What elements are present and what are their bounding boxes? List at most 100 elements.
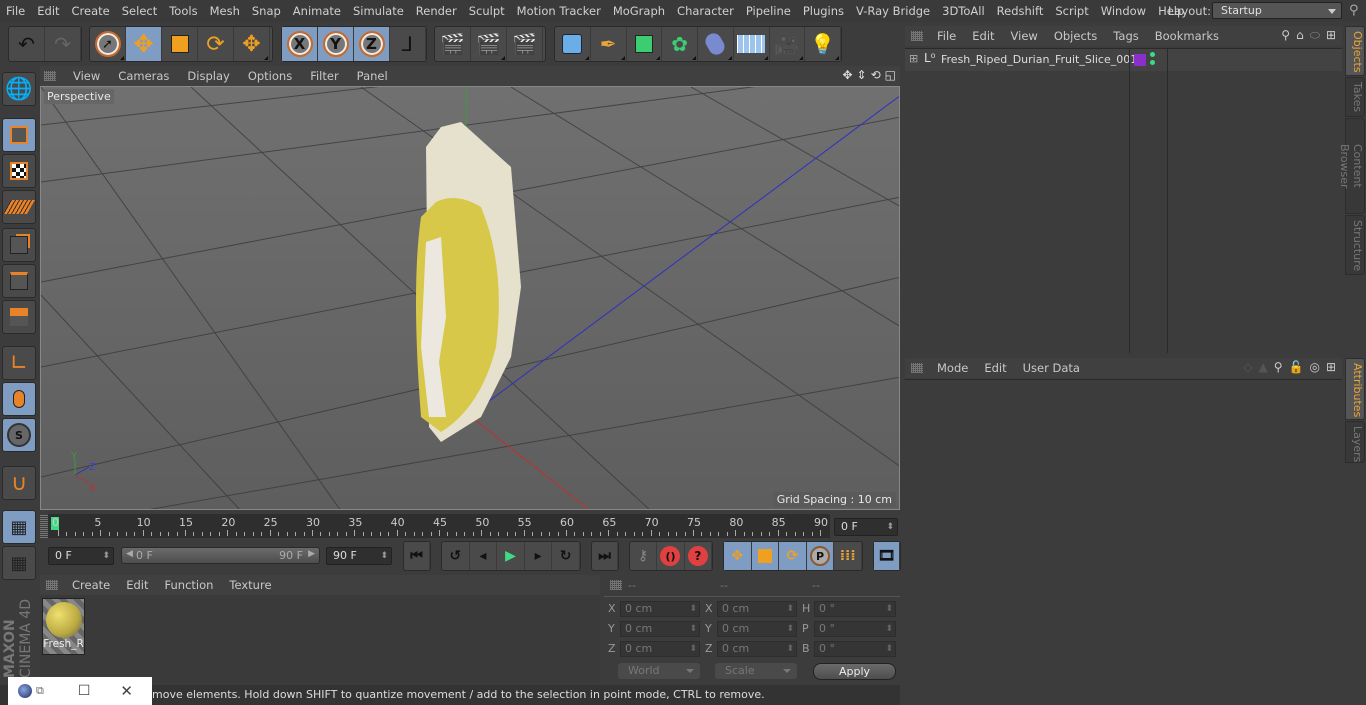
search-icon[interactable]: ⚲ (1281, 28, 1290, 43)
rotation-b-field[interactable]: 0 ° (814, 641, 896, 657)
layer-color-tag[interactable] (1134, 54, 1146, 66)
panel-grip-icon[interactable] (44, 71, 56, 81)
apply-button[interactable]: Apply (813, 663, 896, 680)
subdivision-button[interactable] (627, 27, 663, 61)
restore-icon[interactable]: ⧉ (36, 684, 44, 698)
menu-render[interactable]: Render (410, 4, 463, 18)
goto-start-button[interactable]: ⏮ (404, 542, 430, 570)
menu-plugins[interactable]: Plugins (797, 4, 850, 18)
render-visibility-dot[interactable] (1150, 60, 1155, 65)
expand-icon[interactable]: ⊞ (909, 52, 918, 65)
panel-grip-icon[interactable] (911, 363, 923, 373)
menu-tools[interactable]: Tools (163, 4, 203, 18)
redo-button[interactable]: ↷ (45, 27, 81, 61)
workplane-mode-button[interactable] (2, 190, 36, 224)
tab-takes[interactable]: Takes (1345, 77, 1365, 117)
menu-select[interactable]: Select (116, 4, 163, 18)
timeline-window-button[interactable]: 🎞 (874, 542, 900, 570)
menu-character[interactable]: Character (671, 4, 740, 18)
position-y-field[interactable]: 0 cm (620, 621, 700, 637)
viewport-menu-filter[interactable]: Filter (301, 69, 347, 83)
menu-sculpt[interactable]: Sculpt (463, 4, 511, 18)
make-editable-button[interactable]: 🌐 (2, 72, 36, 106)
editor-visibility-dot[interactable] (1150, 52, 1155, 57)
axis-mode-button[interactable]: ∟ (2, 346, 36, 380)
cube-button[interactable] (555, 27, 591, 61)
texture-mode-button[interactable] (2, 154, 36, 188)
material-menu-function[interactable]: Function (157, 578, 222, 592)
position-x-field[interactable]: 0 cm (620, 601, 700, 617)
home-icon[interactable]: ⌂ (1296, 28, 1304, 43)
end-frame-field[interactable]: 90 F (326, 547, 392, 565)
panel-grip-icon[interactable] (610, 580, 622, 590)
orbit-icon[interactable]: ⟲ (871, 68, 881, 82)
material-item[interactable]: Fresh_R (42, 598, 85, 655)
layout-dropdown[interactable]: Startup (1212, 2, 1342, 19)
camera-button[interactable]: 🎥 (770, 27, 806, 61)
search-icon[interactable]: ⚲ (1274, 360, 1283, 374)
polygons-mode-button[interactable] (2, 300, 36, 334)
deformer-button[interactable] (698, 27, 734, 61)
menu-redshift[interactable]: Redshift (991, 4, 1050, 18)
eye-icon[interactable]: ⬭ (1310, 28, 1320, 43)
viewport-menu-panel[interactable]: Panel (348, 69, 397, 83)
z-axis-button[interactable]: Z (354, 27, 390, 61)
next-key-button[interactable]: ↻ (552, 542, 580, 570)
menu-v-ray-bridge[interactable]: V-Ray Bridge (850, 4, 936, 18)
coordinate-system-button[interactable]: ⅃ (390, 27, 426, 61)
pan-icon[interactable]: ✥ (842, 68, 852, 82)
object-menu-file[interactable]: File (929, 29, 964, 43)
coordinate-mode-dropdown[interactable]: World (618, 663, 700, 679)
undo-button[interactable]: ↶ (9, 27, 45, 61)
tab-layers[interactable]: Layers (1345, 421, 1365, 463)
menu-snap[interactable]: Snap (246, 4, 287, 18)
key-parameter-button[interactable]: P (806, 542, 835, 570)
attribute-menu-mode[interactable]: Mode (929, 361, 976, 375)
object-menu-tags[interactable]: Tags (1105, 29, 1146, 43)
start-frame-field[interactable]: 0 F (48, 547, 114, 565)
menu-edit[interactable]: Edit (31, 4, 65, 18)
viewport-menu-options[interactable]: Options (239, 69, 301, 83)
prev-frame-button[interactable]: ◂ (470, 542, 498, 570)
rotate-tool-button[interactable]: ⟳ (198, 27, 234, 61)
key-rotation-button[interactable]: ⟳ (779, 542, 807, 570)
maximize-view-icon[interactable]: ◱ (885, 68, 896, 82)
menu-script[interactable]: Script (1049, 4, 1094, 18)
attribute-menu-edit[interactable]: Edit (976, 361, 1014, 375)
frame-range-slider[interactable]: ◀ 0 F 90 F ▶ (121, 547, 320, 564)
tweak-mode-button[interactable] (2, 382, 36, 416)
object-menu-bookmarks[interactable]: Bookmarks (1147, 29, 1227, 43)
key-scale-button[interactable] (751, 542, 780, 570)
select-tool-button[interactable]: ➚ (90, 27, 126, 61)
light-button[interactable]: 💡 (805, 27, 841, 61)
key-position-button[interactable]: ✥ (724, 542, 752, 570)
next-frame-button[interactable]: ▸ (525, 542, 553, 570)
size-x-field[interactable]: 0 cm (717, 601, 797, 617)
maximize-icon[interactable]: ☐ (78, 683, 91, 699)
cloner-button[interactable]: ✿ (662, 27, 698, 61)
back-arrow-icon[interactable]: ◇ (1243, 360, 1252, 374)
move-tool-button[interactable]: ✥ (126, 27, 162, 61)
snap-button[interactable]: ∪ (2, 466, 36, 500)
tab-attributes[interactable]: Attributes (1345, 358, 1365, 420)
range-right-arrow-icon[interactable]: ▶ (308, 549, 315, 559)
menu-motion-tracker[interactable]: Motion Tracker (511, 4, 607, 18)
rotation-h-field[interactable]: 0 ° (814, 601, 896, 617)
new-panel-icon[interactable]: ⊞ (1326, 28, 1336, 43)
viewport-menu-cameras[interactable]: Cameras (109, 69, 178, 83)
material-menu-texture[interactable]: Texture (221, 578, 279, 592)
menu-mesh[interactable]: Mesh (204, 4, 246, 18)
panel-grip-icon[interactable] (911, 31, 923, 41)
scale-tool-button[interactable] (162, 27, 198, 61)
viewport-menu-view[interactable]: View (64, 69, 109, 83)
3d-viewport[interactable]: Y Z X Perspective Grid Spacing : 10 cm (40, 86, 900, 510)
menu-simulate[interactable]: Simulate (347, 4, 410, 18)
key-pla-button[interactable]: ⁞⁞⁞ (834, 542, 862, 570)
attribute-menu-user-data[interactable]: User Data (1015, 361, 1088, 375)
prev-key-button[interactable]: ↺ (442, 542, 470, 570)
y-axis-button[interactable]: Y (318, 27, 354, 61)
keyframe-selection-button[interactable]: ? (685, 542, 712, 570)
size-y-field[interactable]: 0 cm (717, 621, 797, 637)
material-menu-create[interactable]: Create (64, 578, 118, 592)
object-menu-view[interactable]: View (1003, 29, 1046, 43)
